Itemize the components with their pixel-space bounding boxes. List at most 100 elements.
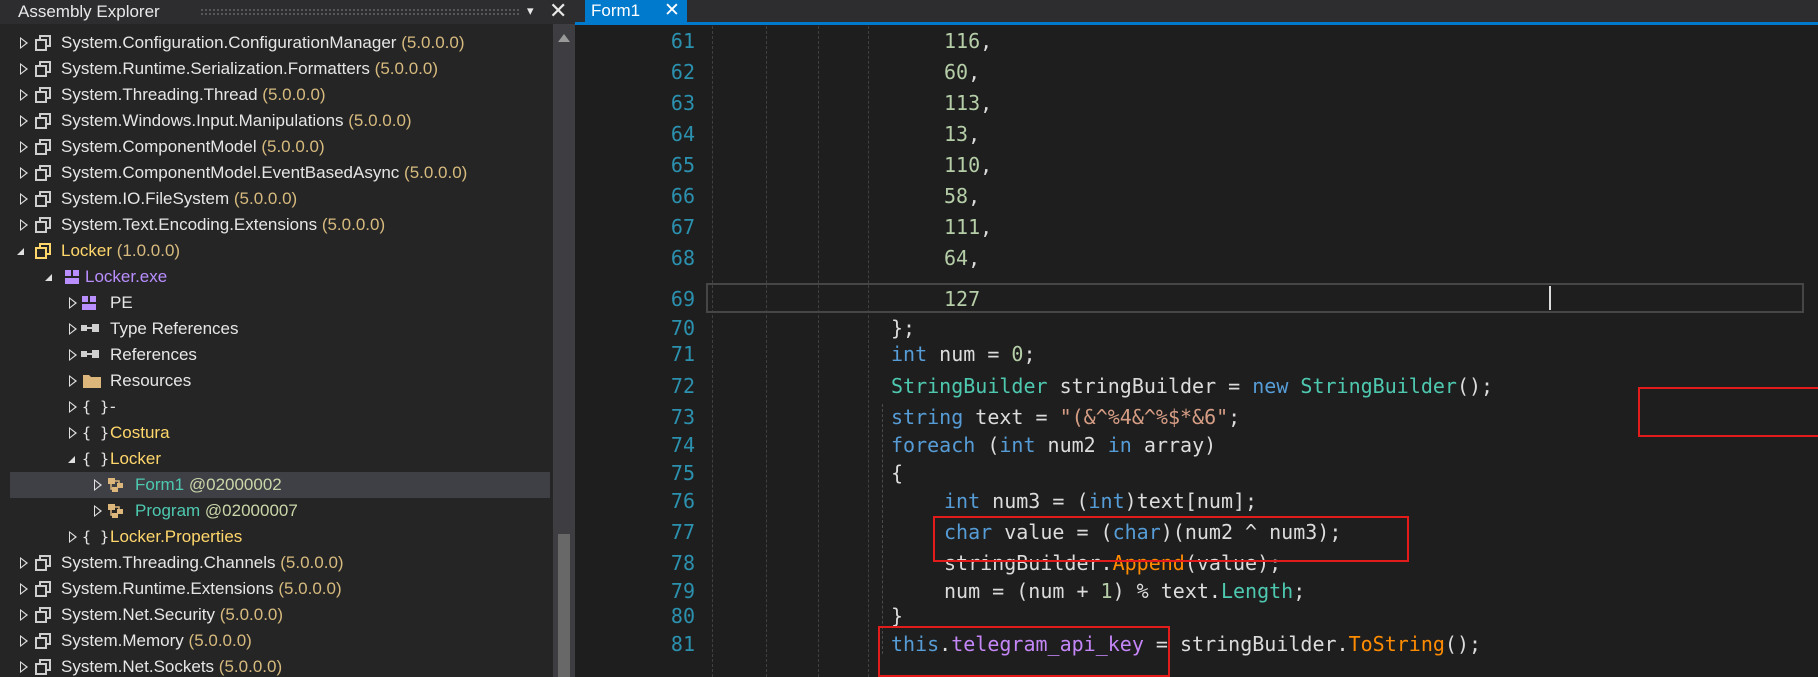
tree-item-namespace[interactable]: { } -: [10, 394, 550, 420]
tree-item[interactable]: System.Memory (5.0.0.0): [10, 628, 550, 654]
tree-item-version: (5.0.0.0): [401, 33, 465, 52]
tree-item[interactable]: System.ComponentModel.EventBasedAsync (5…: [10, 160, 550, 186]
tree-item-token: @02000007: [204, 501, 298, 520]
number-literal: 110: [944, 153, 981, 177]
expand-arrow-icon[interactable]: [94, 479, 102, 491]
punctuation: ;: [1228, 405, 1241, 429]
expand-arrow-icon[interactable]: [69, 349, 77, 361]
tree-item[interactable]: System.Runtime.Extensions (5.0.0.0): [10, 576, 550, 602]
expand-arrow-icon[interactable]: [69, 401, 77, 413]
code-text: num =: [927, 342, 1012, 366]
code-editor: Form1 ✕ 61 116, 62 60, 63 113, 64 13, 65: [575, 0, 1818, 677]
punctuation: ,: [968, 246, 981, 270]
expand-arrow-icon[interactable]: [20, 583, 28, 595]
collapse-arrow-icon[interactable]: [68, 456, 75, 463]
namespace-icon: { }: [82, 398, 110, 416]
tree-item-locker-namespace[interactable]: { } Locker: [10, 446, 550, 472]
expand-arrow-icon[interactable]: [20, 89, 28, 101]
tree-item-label: System.ComponentModel: [61, 137, 257, 156]
expand-arrow-icon[interactable]: [69, 531, 77, 543]
tree-item-references[interactable]: References: [10, 342, 550, 368]
expand-arrow-icon[interactable]: [69, 375, 77, 387]
tree-item[interactable]: System.Configuration.ConfigurationManage…: [10, 30, 550, 56]
expand-arrow-icon[interactable]: [20, 167, 28, 179]
assembly-icon: [35, 139, 51, 155]
collapse-arrow-icon[interactable]: [17, 248, 24, 255]
expand-arrow-icon[interactable]: [20, 609, 28, 621]
expand-arrow-icon[interactable]: [20, 115, 28, 127]
close-icon[interactable]: ✕: [664, 0, 680, 23]
code-line: 80 }: [585, 601, 1818, 632]
scrollbar-thumb[interactable]: [558, 534, 570, 677]
tree-item[interactable]: System.Threading.Thread (5.0.0.0): [10, 82, 550, 108]
number-literal: 58: [944, 184, 969, 208]
expand-arrow-icon[interactable]: [20, 219, 28, 231]
tree-item-label: Resources: [110, 371, 192, 390]
tree-item-label: System.ComponentModel.EventBasedAsync: [61, 163, 400, 182]
text-caret: [1549, 286, 1551, 310]
tree-item[interactable]: System.Net.Security (5.0.0.0): [10, 602, 550, 628]
keyword: int: [1088, 489, 1125, 513]
code-line: 72 StringBuilder stringBuilder = new Str…: [585, 371, 1818, 402]
punctuation: ,: [968, 122, 981, 146]
type-name: StringBuilder: [891, 374, 1048, 398]
tree-item[interactable]: System.ComponentModel (5.0.0.0): [10, 134, 550, 160]
expand-arrow-icon[interactable]: [69, 427, 77, 439]
collapse-arrow-icon[interactable]: [45, 274, 52, 281]
assembly-icon: [35, 191, 51, 207]
close-icon[interactable]: ✕: [549, 0, 567, 23]
method-name: ToString: [1348, 632, 1445, 656]
tree-item[interactable]: System.IO.FileSystem (5.0.0.0): [10, 186, 550, 212]
line-number: 61: [670, 29, 695, 53]
code-line: 66 58,: [585, 181, 1818, 212]
tree-item-locker-properties[interactable]: { } Locker.Properties: [10, 524, 550, 550]
explorer-scrollbar[interactable]: [553, 24, 575, 677]
expand-arrow-icon[interactable]: [20, 141, 28, 153]
type-name: StringBuilder: [1300, 374, 1457, 398]
expand-arrow-icon[interactable]: [20, 661, 28, 673]
code-text: num2: [1035, 433, 1108, 457]
expand-arrow-icon[interactable]: [20, 63, 28, 75]
tree-item-pe[interactable]: PE: [10, 290, 550, 316]
line-number: 64: [670, 122, 695, 146]
tree-item-locker-exe[interactable]: Locker.exe: [10, 264, 550, 290]
tree-item[interactable]: System.Windows.Input.Manipulations (5.0.…: [10, 108, 550, 134]
expand-arrow-icon[interactable]: [20, 193, 28, 205]
references-icon: [81, 350, 99, 358]
expand-arrow-icon[interactable]: [20, 557, 28, 569]
tab-form1[interactable]: Form1 ✕: [585, 0, 687, 25]
scroll-up-icon[interactable]: [558, 34, 570, 42]
tree-item-label: Costura: [110, 423, 170, 442]
keyword: new: [1252, 374, 1289, 398]
tree-item-costura[interactable]: { } Costura: [10, 420, 550, 446]
expand-arrow-icon[interactable]: [20, 37, 28, 49]
tree-item[interactable]: System.Text.Encoding.Extensions (5.0.0.0…: [10, 212, 550, 238]
code-line: 65 110,: [585, 150, 1818, 181]
number-literal: 113: [944, 91, 981, 115]
tree-item-form1[interactable]: Form1 @02000002: [10, 472, 550, 498]
line-number: 77: [670, 520, 695, 544]
tree-item-program[interactable]: Program @02000007: [10, 498, 550, 524]
code-line: 73 string text = "(&^%4&^%$*&6";: [585, 402, 1818, 433]
line-number: 73: [670, 405, 695, 429]
assembly-icon: [35, 607, 51, 623]
expand-arrow-icon[interactable]: [20, 635, 28, 647]
tree-item-locker-assembly[interactable]: Locker (1.0.0.0): [10, 238, 550, 264]
expand-arrow-icon[interactable]: [69, 323, 77, 335]
tree-item[interactable]: System.Threading.Channels (5.0.0.0): [10, 550, 550, 576]
punctuation: ();: [1444, 632, 1482, 656]
expand-arrow-icon[interactable]: [94, 505, 102, 517]
line-number: 81: [670, 632, 695, 656]
punctuation: ,: [980, 153, 993, 177]
code-text: text =: [963, 405, 1060, 429]
tree-item[interactable]: System.Net.Sockets (5.0.0.0): [10, 654, 550, 677]
chevron-down-icon[interactable]: ▾: [527, 3, 534, 19]
drag-grip[interactable]: [200, 8, 520, 15]
tree-item-type-references[interactable]: Type References: [10, 316, 550, 342]
expand-arrow-icon[interactable]: [69, 297, 77, 309]
tree-item-resources[interactable]: Resources: [10, 368, 550, 394]
code-view[interactable]: 61 116, 62 60, 63 113, 64 13, 65 110, 66…: [585, 26, 1818, 677]
line-number: 78: [670, 551, 695, 575]
code-line-current: 69 127: [585, 284, 1818, 315]
tree-item[interactable]: System.Runtime.Serialization.Formatters …: [10, 56, 550, 82]
